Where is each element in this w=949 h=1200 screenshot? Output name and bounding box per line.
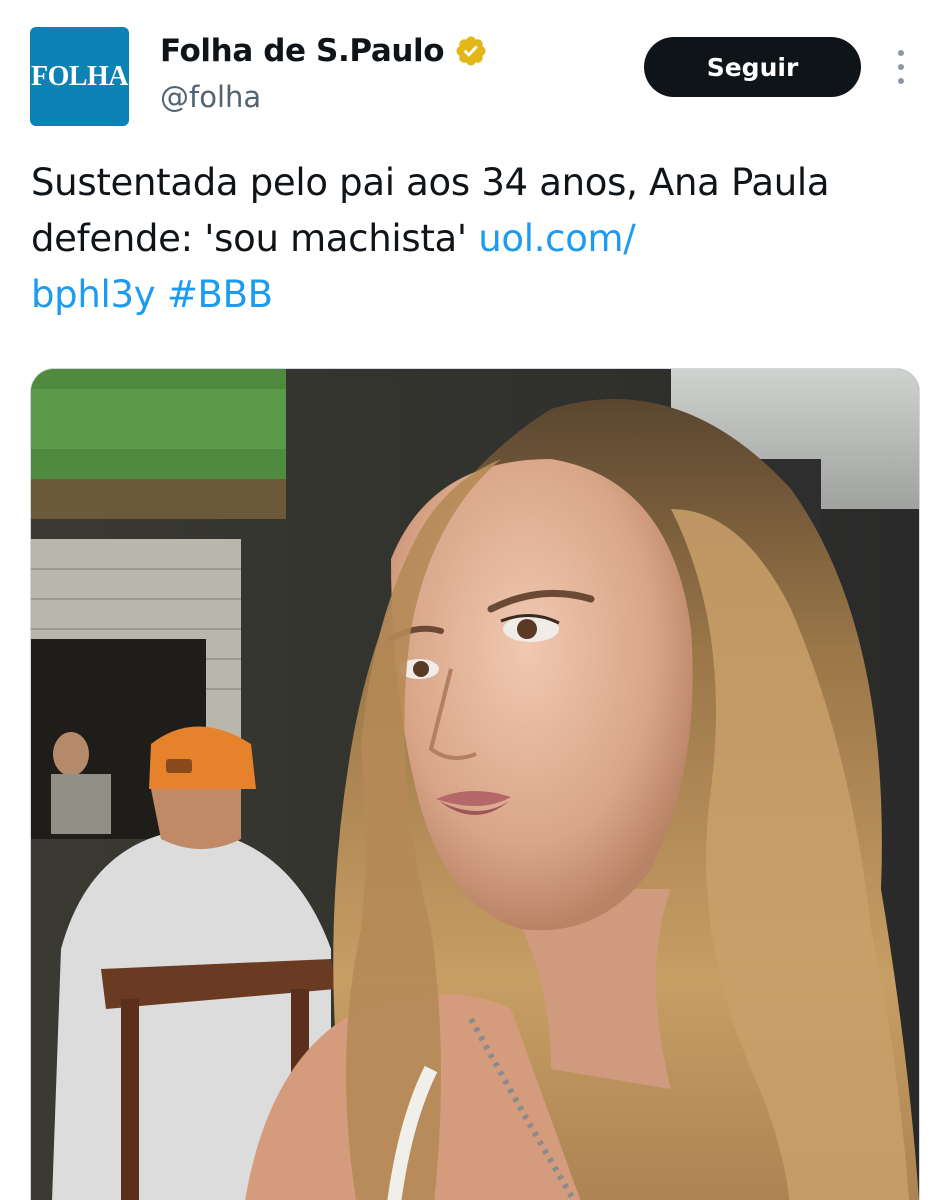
tweet-link-part2: bphl3y (31, 273, 156, 316)
tweet-text: Sustentada pelo pai aos 34 anos, Ana Pau… (31, 155, 911, 323)
handle[interactable]: @folha (160, 80, 261, 114)
avatar-logo-text: FOLHA (30, 60, 129, 92)
more-vertical-icon[interactable] (893, 50, 909, 84)
tweet-body: Sustentada pelo pai aos 34 anos, Ana Pau… (31, 161, 830, 260)
tweet-link-part1: uol.com/ (478, 217, 636, 260)
avatar[interactable]: FOLHA (30, 27, 129, 126)
follow-button[interactable]: Seguir (644, 37, 861, 97)
tweet-card: FOLHA Folha de S.Paulo @folha Seguir Sus… (0, 0, 949, 1200)
hashtag-link[interactable]: #BBB (167, 273, 273, 316)
author-name-row: Folha de S.Paulo (160, 33, 488, 69)
gold-verified-badge-icon (456, 36, 486, 66)
display-name[interactable]: Folha de S.Paulo (160, 33, 445, 69)
photo-illustration (31, 369, 919, 1200)
tweet-photo[interactable] (30, 368, 920, 1200)
